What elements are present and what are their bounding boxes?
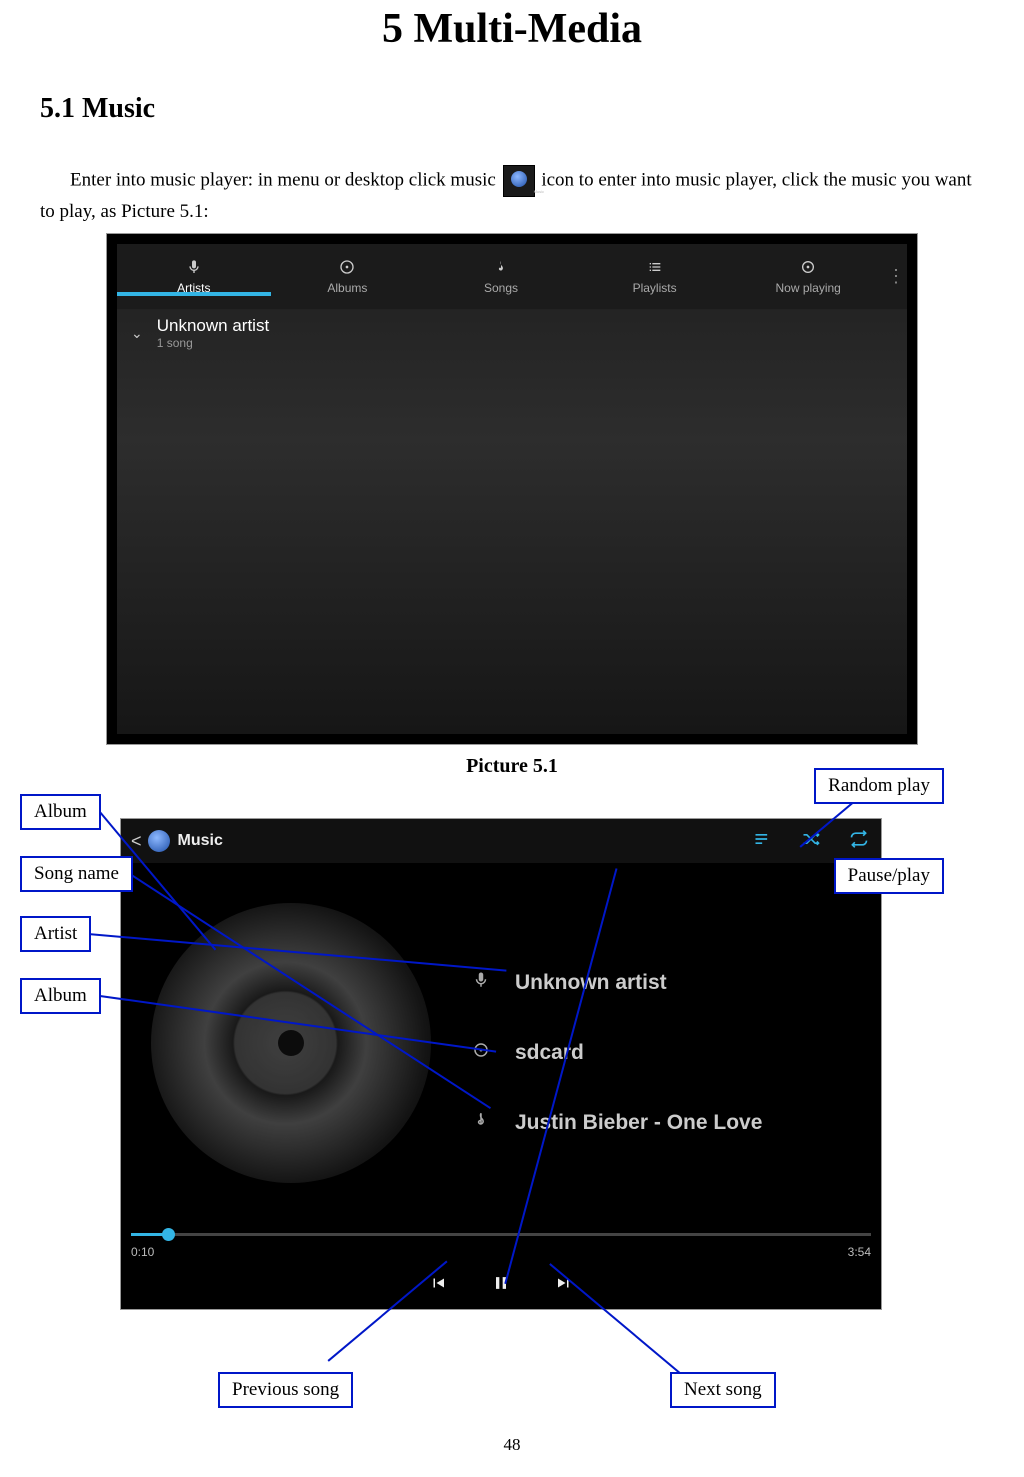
treble-clef-icon: [471, 1111, 491, 1135]
now-playing-artist: Unknown artist: [515, 971, 667, 995]
tab-playlists[interactable]: Playlists: [578, 259, 732, 295]
music-app-icon: [503, 165, 535, 197]
mic-icon: [471, 971, 491, 995]
next-button[interactable]: [555, 1274, 573, 1297]
now-playing-song-line: Justin Bieber - One Love: [471, 1111, 881, 1135]
time-total: 3:54: [848, 1245, 871, 1259]
callout-album: Album: [20, 978, 101, 1014]
screenshot-now-playing: < Music: [120, 818, 882, 1310]
progress-bar[interactable]: 0:10 3:54: [121, 1225, 881, 1261]
now-playing-artist-line: Unknown artist: [471, 971, 881, 995]
body-paragraph: Enter into music player: in menu or desk…: [40, 165, 984, 227]
screenshot-now-playing-annotated: < Music: [40, 778, 984, 1378]
tab-songs[interactable]: Songs: [424, 259, 578, 295]
callout-song-name: Song name: [20, 856, 133, 892]
callout-next: Next song: [670, 1372, 776, 1408]
callout-previous: Previous song: [218, 1372, 353, 1408]
para1-pre: Enter into music player: in menu or desk…: [70, 169, 501, 190]
tab-label: Now playing: [775, 281, 840, 295]
now-playing-album-line: sdcard: [471, 1041, 881, 1065]
overflow-menu-icon[interactable]: ⋮: [885, 266, 907, 287]
artist-row[interactable]: ⌄ Unknown artist 1 song: [117, 310, 907, 356]
treble-clef-icon: [493, 259, 509, 275]
screenshot-music-library: Artists Albums Songs Playlists Now playi…: [106, 233, 918, 745]
disc-icon: [339, 259, 355, 275]
callout-artist: Artist: [20, 916, 91, 952]
tab-label: Playlists: [633, 281, 677, 295]
now-playing-album: sdcard: [515, 1041, 584, 1065]
pause-play-button[interactable]: [491, 1273, 511, 1298]
header-title: Music: [178, 832, 223, 850]
now-playing-icon: [800, 259, 816, 275]
tab-now-playing[interactable]: Now playing: [731, 259, 885, 295]
progress-thumb[interactable]: [162, 1228, 175, 1241]
music-app-icon: [148, 830, 170, 852]
page-number: 48: [0, 1435, 1024, 1455]
mic-icon: [186, 259, 202, 275]
callout-random-play: Random play: [814, 768, 944, 804]
artist-name: Unknown artist: [157, 316, 269, 336]
queue-icon[interactable]: [753, 829, 773, 854]
artist-song-count: 1 song: [157, 336, 269, 350]
now-playing-song: Justin Bieber - One Love: [515, 1111, 762, 1135]
tab-albums[interactable]: Albums: [271, 259, 425, 295]
library-tabbar: Artists Albums Songs Playlists Now playi…: [117, 244, 907, 310]
callout-pause-play: Pause/play: [834, 858, 944, 894]
time-elapsed: 0:10: [131, 1245, 154, 1259]
tab-label: Albums: [327, 281, 367, 295]
tab-artists[interactable]: Artists: [117, 259, 271, 295]
repeat-icon[interactable]: [849, 829, 869, 854]
chevron-down-icon: ⌄: [131, 325, 143, 342]
previous-button[interactable]: [429, 1274, 447, 1297]
list-icon: [647, 259, 663, 275]
tab-label: Artists: [177, 281, 210, 295]
section-title: 5.1 Music: [40, 93, 984, 125]
tab-label: Songs: [484, 281, 518, 295]
callout-album-art: Album: [20, 794, 101, 830]
chapter-title: 5 Multi-Media: [40, 5, 984, 53]
disc-icon: [471, 1041, 491, 1065]
